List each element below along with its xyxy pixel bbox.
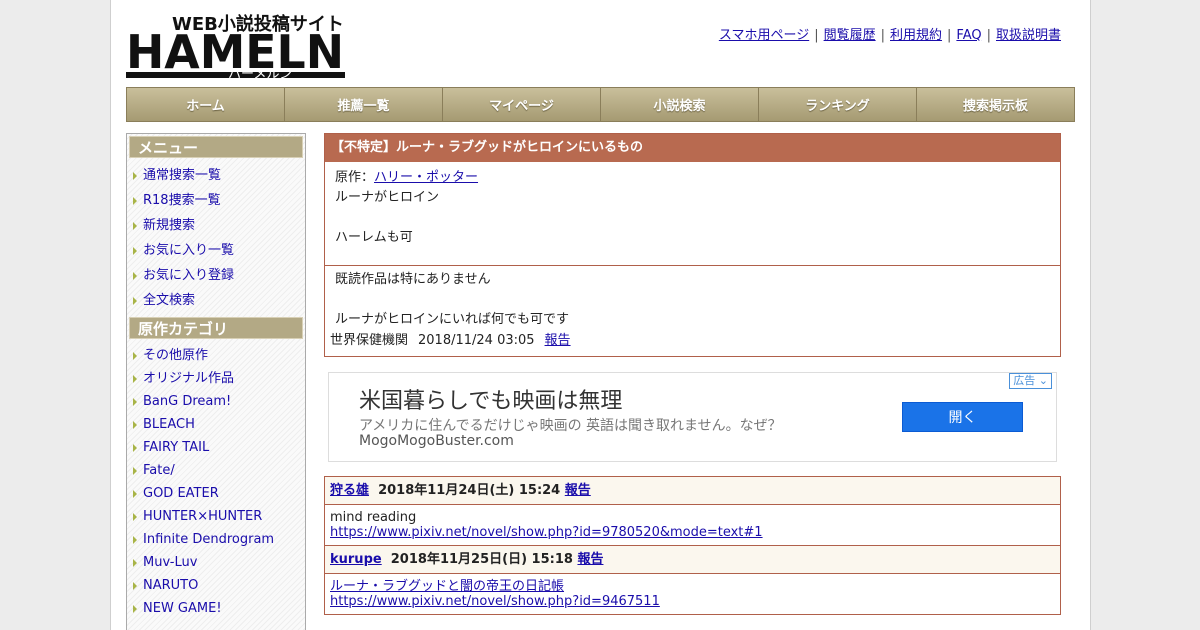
nav-search[interactable]: 小説検索 [601,88,759,121]
link-terms[interactable]: 利用規約 [890,28,942,43]
comment-report-link[interactable]: 報告 [565,483,591,498]
category-item[interactable]: Infinite Dendrogram [129,528,303,551]
read-line: 既読作品は特にありません [335,272,491,287]
main-nav: ホーム 推薦一覧 マイページ 小説検索 ランキング 捜索掲示板 [126,87,1075,122]
chevron-down-icon: ⌄ [1035,374,1048,387]
category-item[interactable]: Fate/ [129,459,303,482]
sidebar-menu-list: 通常搜索一覧 R18捜索一覧 新規捜索 お気に入り一覧 お気に入り登録 全文検索 [129,158,303,317]
comment-body: ルーナ・ラブグッドと闇の帝王の日記帳 https://www.pixiv.net… [325,574,1060,614]
comment: 狩る雄 2018年11月24日(土) 15:24 報告 mind reading… [324,476,1061,546]
link-history[interactable]: 閲覧履歴 [824,28,876,43]
sidebar-item[interactable]: 通常搜索一覧 [129,163,303,188]
category-item[interactable]: Muv-Luv [129,551,303,574]
sidebar-item[interactable]: お気に入り登録 [129,263,303,288]
original-link[interactable]: ハリー・ポッター [374,170,478,185]
comment-text: mind reading [330,510,417,525]
link-faq[interactable]: FAQ [956,28,981,43]
sidebar-category-title: 原作カテゴリ [129,317,303,339]
main-content: 【不特定】ルーナ・ラブグッドがヒロインにいるもの 原作：ハリー・ポッター ルーナ… [324,133,1061,615]
nav-recommend[interactable]: 推薦一覧 [285,88,443,121]
comment-url[interactable]: https://www.pixiv.net/novel/show.php?id=… [330,594,660,609]
nav-board[interactable]: 捜索掲示板 [917,88,1074,121]
category-item[interactable]: HUNTER×HUNTER [129,505,303,528]
comment-body: mind reading https://www.pixiv.net/novel… [325,505,1060,545]
link-smartphone[interactable]: スマホ用ページ [719,28,809,43]
comment-url[interactable]: https://www.pixiv.net/novel/show.php?id=… [330,525,763,540]
sidebar-item[interactable]: R18捜索一覧 [129,188,303,213]
nav-home[interactable]: ホーム [127,88,285,121]
nav-mypage[interactable]: マイページ [443,88,601,121]
ad-headline[interactable]: 米国暮らしでも映画は無理 [359,383,622,415]
topic-meta: 世界保健機関 2018/11/24 03:05 報告 [325,330,1060,356]
comment-date: 2018年11月24日(土) 15:24 [378,483,561,498]
comment-header: 狩る雄 2018年11月24日(土) 15:24 報告 [325,477,1060,505]
category-item[interactable]: GOD EATER [129,482,303,505]
page-container: WEB小説投稿サイト HAMELN ハーメルン スマホ用ページ | 閲覧履歴 | 利用規… [110,0,1091,630]
ad-description[interactable]: アメリカに住んでるだけじゃ映画の 英語は聞き取れません。なぜ？ [359,415,782,435]
ad-badge[interactable]: 広告 ⌄ [1009,373,1052,389]
ad-domain[interactable]: MogoMogoBuster.com [359,433,514,449]
category-item[interactable]: BLEACH [129,413,303,436]
topic-description: 原作：ハリー・ポッター ルーナがヒロイン ハーレムも可 [325,162,1060,266]
topic-title: 【不特定】ルーナ・ラブグッドがヒロインにいるもの [325,134,1060,162]
category-item[interactable]: BanG Dream! [129,390,303,413]
logo-kana: ハーメルン [228,67,292,80]
sidebar-item[interactable]: お気に入り一覧 [129,238,303,263]
comment-work-link[interactable]: ルーナ・ラブグッドと闇の帝王の日記帳 [330,579,564,594]
top-links: スマホ用ページ | 閲覧履歴 | 利用規約 | FAQ | 取扱説明書 [718,28,1061,43]
topic-date: 2018/11/24 03:05 [418,333,535,348]
ad-banner[interactable]: 広告 ⌄ 米国暮らしでも映画は無理 アメリカに住んでるだけじゃ映画の 英語は聞き… [328,372,1057,462]
topic-card: 【不特定】ルーナ・ラブグッドがヒロインにいるもの 原作：ハリー・ポッター ルーナ… [324,133,1061,357]
category-item[interactable]: NEW GAME! [129,597,303,620]
topic-author: 世界保健機関 [330,333,409,348]
category-item[interactable]: FAIRY TAIL [129,436,303,459]
topic-desc-line: ハーレムも可 [335,230,413,245]
sidebar-item[interactable]: 新規捜索 [129,213,303,238]
sidebar: メニュー 通常搜索一覧 R18捜索一覧 新規捜索 お気に入り一覧 お気に入り登録… [126,133,306,630]
topic-desc-line: ルーナがヒロイン [335,190,440,205]
topic-read-works: 既読作品は特にありません ルーナがヒロインにいれば何でも可です [325,266,1060,330]
comment-date: 2018年11月25日(日) 15:18 [390,552,573,567]
sidebar-category-list: その他原作 オリジナル作品 BanG Dream! BLEACH FAIRY T… [129,339,303,624]
comment-user[interactable]: kurupe [330,552,382,567]
category-item[interactable]: オリジナル作品 [129,367,303,390]
category-item[interactable]: その他原作 [129,344,303,367]
category-item[interactable]: NARUTO [129,574,303,597]
read-line: ルーナがヒロインにいれば何でも可です [335,312,570,327]
comment-header: kurupe 2018年11月25日(日) 15:18 報告 [325,546,1060,574]
comment-user[interactable]: 狩る雄 [330,483,369,498]
original-label: 原作： [335,170,375,185]
comment-report-link[interactable]: 報告 [577,552,603,567]
sidebar-menu-title: メニュー [129,136,303,158]
hameln-logo[interactable]: WEB小説投稿サイト HAMELN ハーメルン [126,10,346,82]
comment: kurupe 2018年11月25日(日) 15:18 報告 ルーナ・ラブグッド… [324,545,1061,615]
ad-open-button[interactable]: 開く [902,402,1023,432]
link-manual[interactable]: 取扱説明書 [996,28,1061,43]
nav-ranking[interactable]: ランキング [759,88,917,121]
topic-report-link[interactable]: 報告 [545,333,571,348]
sidebar-item[interactable]: 全文検索 [129,288,303,313]
